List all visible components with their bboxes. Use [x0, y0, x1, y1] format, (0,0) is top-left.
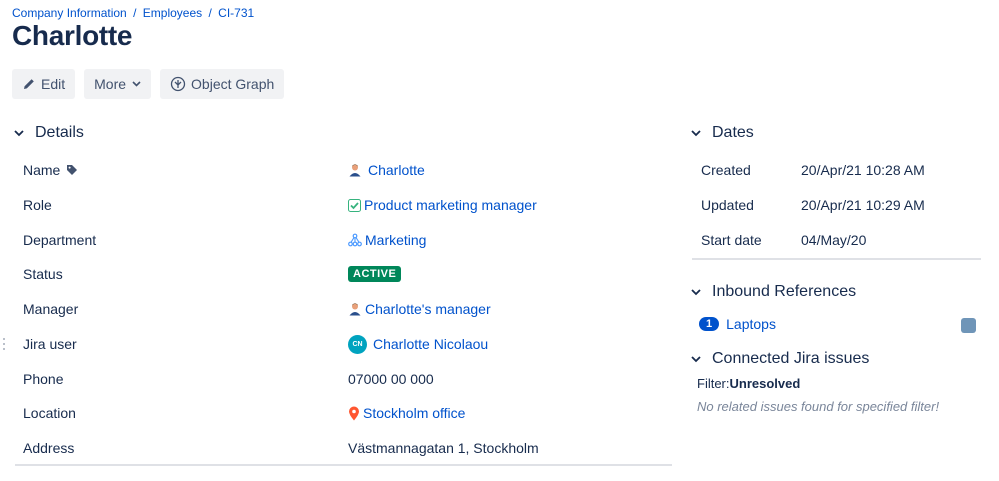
- date-label-created: Created: [701, 162, 751, 178]
- attribute-label-role: Role: [23, 197, 52, 213]
- chevron-down-icon: [691, 288, 707, 296]
- breadcrumb-company-information[interactable]: Company Information: [12, 6, 127, 20]
- manager-link[interactable]: Charlotte's manager: [365, 301, 491, 317]
- attribute-label-status: Status: [23, 266, 63, 282]
- chevron-down-icon: [691, 129, 707, 137]
- jira-user-link[interactable]: Charlotte Nicolaou: [373, 336, 488, 352]
- object-graph-button-label: Object Graph: [191, 76, 275, 92]
- person-icon: [348, 302, 362, 316]
- attribute-label-name: Name: [23, 160, 78, 180]
- attribute-label-manager: Manager: [23, 301, 79, 317]
- attribute-value-address: Västmannagatan 1, Stockholm: [348, 440, 539, 456]
- attribute-label-jira-user: Jira user: [23, 336, 77, 352]
- filter-value: Unresolved: [729, 376, 801, 391]
- breadcrumb-separator: /: [133, 6, 137, 20]
- location-link[interactable]: Stockholm office: [363, 405, 465, 421]
- attribute-value-status: ACTIVE: [348, 264, 402, 284]
- details-heading: Details: [35, 124, 84, 141]
- person-icon: [348, 163, 362, 177]
- attribute-label-location: Location: [23, 405, 76, 421]
- date-label-updated: Updated: [701, 197, 754, 213]
- breadcrumb-employees[interactable]: Employees: [143, 6, 202, 20]
- date-value-created: 20/Apr/21 10:28 AM: [801, 162, 925, 178]
- jira-filter[interactable]: Filter:Unresolved: [697, 376, 800, 391]
- org-chart-icon: [348, 233, 362, 247]
- inbound-reference-item[interactable]: 1 Laptops: [699, 316, 776, 332]
- role-link[interactable]: Product marketing manager: [364, 197, 537, 213]
- attribute-label-department: Department: [23, 232, 97, 248]
- object-type-icon[interactable]: [961, 318, 976, 333]
- chevron-down-icon: [14, 129, 30, 137]
- edit-button[interactable]: Edit: [12, 69, 76, 99]
- connected-jira-issues-heading: Connected Jira issues: [712, 350, 870, 367]
- connected-jira-issues-toggle[interactable]: Connected Jira issues: [691, 350, 869, 368]
- no-issues-message: No related issues found for specified fi…: [697, 399, 940, 414]
- divider: [15, 464, 672, 466]
- count-badge: 1: [699, 317, 720, 331]
- edit-button-label: Edit: [41, 76, 66, 92]
- graph-icon: [170, 76, 186, 92]
- checkbox-icon: [348, 198, 361, 212]
- attribute-value-department[interactable]: Marketing: [348, 230, 426, 250]
- more-button[interactable]: More: [84, 69, 152, 99]
- divider: [692, 258, 981, 260]
- dates-heading: Dates: [712, 124, 754, 141]
- tag-icon: [66, 164, 78, 176]
- chevron-down-icon: [132, 81, 141, 87]
- object-graph-button[interactable]: Object Graph: [160, 69, 285, 99]
- avatar: CN: [348, 334, 367, 354]
- toolbar: Edit More Object Graph: [12, 69, 285, 99]
- breadcrumb: Company Information / Employees / CI-731: [12, 6, 254, 20]
- pencil-icon: [22, 77, 36, 91]
- inbound-references-toggle[interactable]: Inbound References: [691, 283, 856, 301]
- page-title: Charlotte: [12, 20, 133, 51]
- chevron-down-icon: [691, 355, 707, 363]
- attribute-value-location[interactable]: Stockholm office: [348, 403, 465, 423]
- location-pin-icon: [348, 406, 360, 421]
- filter-label: Filter:: [697, 376, 730, 391]
- attribute-value-manager[interactable]: Charlotte's manager: [348, 299, 491, 319]
- more-button-label: More: [94, 76, 127, 92]
- attribute-value-role[interactable]: Product marketing manager: [348, 195, 537, 215]
- attribute-label-phone: Phone: [23, 371, 64, 387]
- attribute-value-phone: 07000 00 000: [348, 371, 434, 387]
- date-value-start-date: 04/May/20: [801, 232, 867, 248]
- inbound-references-heading: Inbound References: [712, 283, 857, 300]
- date-label-start-date: Start date: [701, 232, 762, 248]
- breadcrumb-object-key[interactable]: CI-731: [218, 6, 254, 20]
- attribute-value-name[interactable]: Charlotte: [348, 160, 425, 180]
- breadcrumb-separator: /: [208, 6, 212, 20]
- department-link[interactable]: Marketing: [365, 232, 426, 248]
- name-link[interactable]: Charlotte: [368, 162, 425, 178]
- date-value-updated: 20/Apr/21 10:29 AM: [801, 197, 925, 213]
- attribute-label-address: Address: [23, 440, 75, 456]
- details-section-toggle[interactable]: Details: [14, 124, 84, 142]
- drag-handle-icon[interactable]: [2, 337, 6, 351]
- inbound-reference-link[interactable]: Laptops: [726, 316, 776, 332]
- status-badge: ACTIVE: [348, 266, 402, 282]
- dates-section-toggle[interactable]: Dates: [691, 124, 754, 142]
- attribute-label-text: Name: [23, 162, 61, 178]
- attribute-value-jira-user[interactable]: CN Charlotte Nicolaou: [348, 334, 488, 354]
